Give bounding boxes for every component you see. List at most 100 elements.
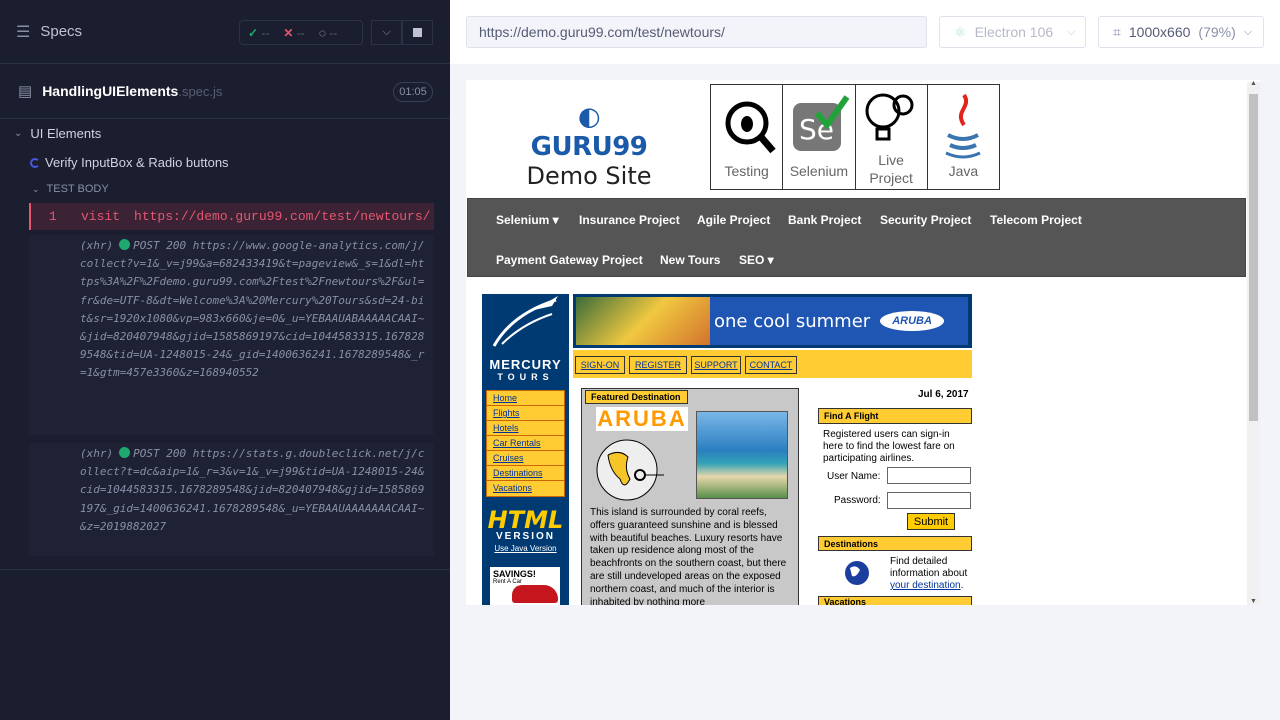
menu-vacations[interactable]: Vacations [487,481,564,496]
failed-count: -- [296,25,305,40]
menu-car-rentals[interactable]: Car Rentals [487,436,564,451]
nav-bank-project[interactable]: Bank Project [788,213,861,227]
nav-agile-project[interactable]: Agile Project [697,213,770,227]
scroll-thumb[interactable] [1249,94,1258,421]
nav-new-tours[interactable]: New Tours [660,253,720,267]
test-body-row[interactable]: ⌄ TEST BODY [32,183,109,195]
tile-live-project[interactable]: Live Project [856,85,928,189]
viewport-icon: ⌗ [1113,23,1121,40]
selenium-icon: Se [792,95,850,151]
section-title: TEST BODY [46,183,109,195]
specs-title: Specs [40,23,83,40]
browser-selector[interactable]: ⚛ Electron 106 ⌵ [939,16,1086,48]
featured-title: Featured Destination [585,390,688,404]
chevron-down-icon: ⌄ [14,128,23,139]
menu-destinations[interactable]: Destinations [487,466,564,481]
xhr-prefix: (xhr) [80,239,114,252]
tab-support[interactable]: SUPPORT [691,356,741,374]
password-input[interactable] [887,492,971,509]
mercury-menu: Home Flights Hotels Car Rentals Cruises … [486,390,565,497]
user-name-input[interactable] [887,467,971,484]
xhr-prefix: (xhr) [80,447,114,460]
command-visit[interactable]: 1 visit https://demo.guru99.com/test/new… [29,203,434,230]
spec-file-row[interactable]: ▤ HandlingUIElements .spec.js [0,64,450,119]
tab-contact[interactable]: CONTACT [745,356,797,374]
command-keyword: visit [81,209,121,224]
destinations-title: Destinations [818,536,972,551]
bug-magnifier-icon [725,101,776,154]
tab-register[interactable]: REGISTER [629,356,687,374]
password-label: Password: [834,495,881,506]
running-spinner-icon [30,157,40,168]
suite-title: UI Elements [30,126,102,141]
summer-banner[interactable]: one cool summer ARUBA [573,294,972,348]
nav-selenium[interactable]: Selenium ▾ [496,213,559,227]
featured-text: This island is surrounded by coral reefs… [590,507,787,605]
command-url: https://demo.guru99.com/test/newtours/ [134,209,431,224]
xhr-log-2[interactable]: (xhr) POST 200 https://stats.g.doubleclic… [29,443,434,556]
mercury-tours-page: MERCURY TOURS Home Flights Hotels Car Re… [482,294,972,605]
vacations-title: Vacations [818,596,972,605]
pending-icon: ◌ [318,25,326,40]
tab-sign-on[interactable]: SIGN-ON [575,356,625,374]
nav-insurance-project[interactable]: Insurance Project [579,213,680,227]
bulb-gear-icon [865,93,914,141]
globe-small-icon [845,561,869,585]
logo-line2: Demo Site [526,162,652,190]
viewport-size: 1000x660 [1128,24,1191,40]
tile-label: Selenium [789,163,849,179]
java-icon [945,93,982,159]
status-dot-icon [119,447,131,458]
aut-url-field[interactable]: https://demo.guru99.com/test/newtours/ [466,16,927,48]
nav-security-project[interactable]: Security Project [880,213,971,227]
test-row[interactable]: Verify InputBox & Radio buttons [30,155,229,170]
status-dot-icon [119,239,131,250]
menu-hotels[interactable]: Hotels [487,421,564,436]
submit-button[interactable]: Submit [907,513,955,530]
tile-label: Java [948,163,979,179]
dest-link[interactable]: your destination [890,580,961,591]
iframe-scrollbar[interactable]: ▲ ▼ [1247,80,1260,605]
menu-cruises[interactable]: Cruises [487,451,564,466]
find-flight-title: Find A Flight [818,408,972,424]
divider [0,569,450,570]
aut-iframe: ◐ GURU99 Demo Site Testing Se Selenium L… [466,80,1260,605]
nav-telecom-project[interactable]: Telecom Project [990,213,1082,227]
scroll-up-icon: ▲ [1250,80,1257,87]
collapse-button[interactable]: ⌵ [371,20,402,45]
chevron-down-icon: ⌵ [1067,25,1076,38]
car-ad[interactable]: SAVINGS! Rent A Car [490,567,560,605]
spec-file-name: HandlingUIElements [42,83,179,99]
xhr-url: https://www.google-analytics.com/j/colle… [80,239,425,380]
menu-flights[interactable]: Flights [487,406,564,421]
guru99-logo[interactable]: ◐ GURU99 Demo Site [522,102,656,190]
tile-java[interactable]: Java [928,85,999,189]
tile-testing[interactable]: Testing [711,85,784,189]
specs-list-icon[interactable]: ☰ [16,22,30,42]
xhr-log-1[interactable]: (xhr) POST 200 https://www.google-analyti… [29,235,434,435]
aruba-logo: ARUBA [880,311,944,331]
mercury-brand-sub: TOURS [497,372,554,382]
beach-photo [696,411,788,499]
logo-line1: GURU99 [530,132,648,162]
menu-home[interactable]: Home [487,391,564,406]
nav-payment-gateway[interactable]: Payment Gateway Project [496,253,643,267]
java-version-link[interactable]: Use Java Version [482,544,569,553]
stats-bar: ✓ -- ✕ -- ◌ -- [239,20,363,45]
viewport-selector[interactable]: ⌗ 1000x660 (79%) ⌵ [1098,16,1264,48]
failed-icon: ✕ [283,25,294,40]
dest-text: Find detailed information about [890,556,968,579]
banner-text: one cool summer [714,310,871,332]
tile-selenium[interactable]: Se Selenium [783,85,856,189]
course-tiles: Testing Se Selenium Live Project Java [710,84,1000,190]
banner-photo [576,297,712,345]
tile-label: Testing [724,163,769,179]
pending-count: -- [329,25,338,40]
nav-seo[interactable]: SEO ▾ [739,253,774,267]
stop-button[interactable] [402,20,433,45]
document-icon: ▤ [18,83,33,100]
ad-title: SAVINGS! [493,569,536,579]
spec-duration: 01:05 [393,82,433,102]
suite-row[interactable]: ⌄ UI Elements [14,126,101,141]
browser-label: Electron 106 [974,24,1054,40]
